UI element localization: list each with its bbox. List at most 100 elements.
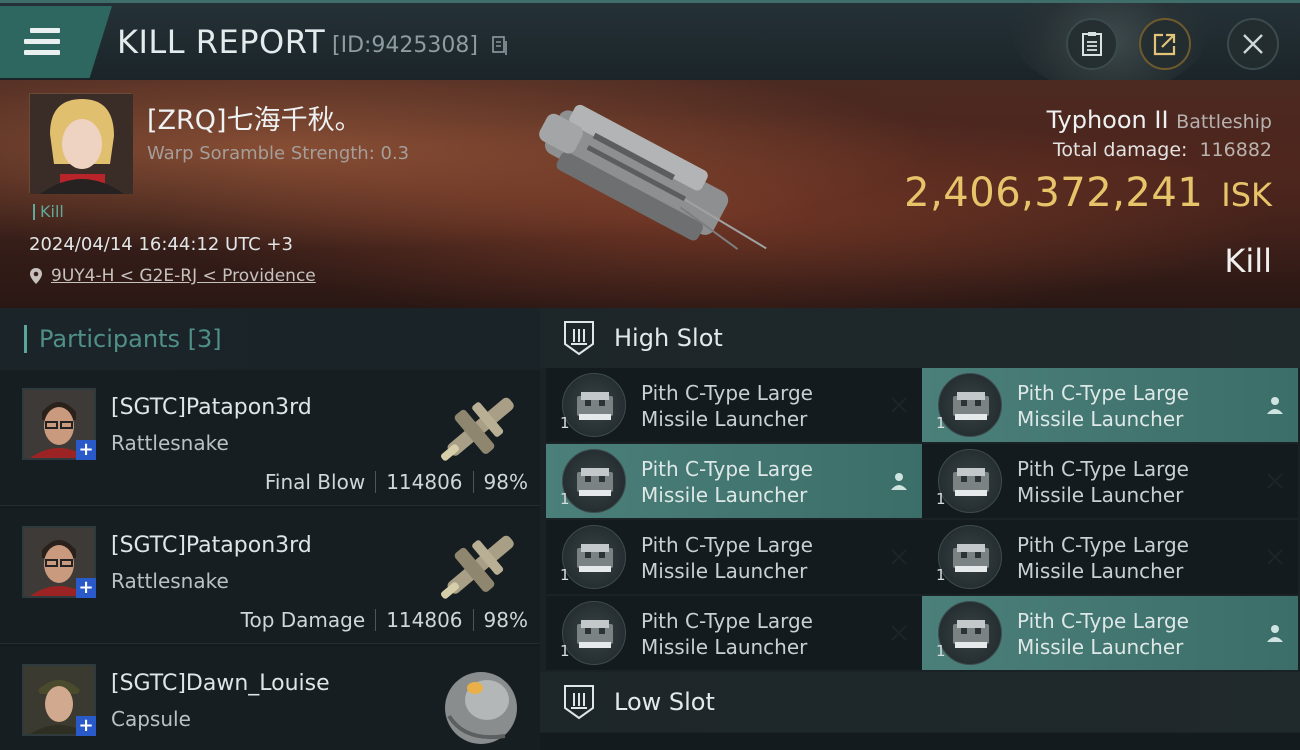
low-slot-modules-peek — [540, 733, 1300, 750]
ship-class: Battleship — [1176, 111, 1272, 133]
module-item[interactable]: 1 Pith C-Type Large Missile Launcher — [922, 596, 1298, 670]
add-contact-icon[interactable]: + — [76, 716, 96, 736]
module-name: Pith C-Type Large Missile Launcher — [641, 609, 813, 659]
victim-ship: Typhoon II Battleship — [1047, 106, 1272, 134]
module-name: Pith C-Type Large Missile Launcher — [1017, 381, 1189, 431]
export-icon — [1153, 33, 1176, 56]
participant-row[interactable]: + [SGTC]Patapon3rd Rattlesnake Final Blo… — [0, 370, 540, 506]
missile-launcher-icon — [562, 525, 626, 589]
location-pin-icon — [30, 268, 42, 284]
clipboard-button[interactable] — [1066, 18, 1118, 70]
participant-stats: Top Damage 114806 98% — [241, 608, 528, 632]
participant-role: Top Damage — [240, 608, 366, 632]
module-item[interactable]: 1 Pith C-Type Large Missile Launcher — [546, 444, 922, 518]
destroyed-x-icon — [1264, 470, 1286, 492]
add-contact-icon[interactable]: + — [76, 578, 96, 598]
participant-ship: Rattlesnake — [111, 569, 229, 593]
dropped-person-icon — [1264, 622, 1286, 644]
module-name: Pith C-Type Large Missile Launcher — [641, 457, 813, 507]
victim-avatar-art — [30, 94, 133, 194]
victim-portrait[interactable] — [29, 93, 133, 194]
fitting-panel: High Slot 1 Pith C-Type Large Missile Lau… — [540, 308, 1300, 750]
participant-percent: 98% — [483, 608, 528, 632]
divider — [375, 609, 377, 631]
module-quantity: 1 — [936, 490, 946, 508]
low-slot-header: Low Slot — [540, 672, 1300, 732]
close-button[interactable] — [1227, 18, 1279, 70]
module-name: Pith C-Type Large Missile Launcher — [641, 381, 813, 431]
rattlesnake-ship-icon — [440, 535, 514, 599]
participant-ship: Rattlesnake — [111, 431, 229, 455]
participant-ship: Capsule — [111, 707, 191, 731]
capsule-ship-icon — [445, 672, 517, 744]
warp-scramble-strength: Warp Soramble Strength: 0.3 — [147, 143, 410, 164]
divider — [472, 471, 474, 493]
module-item[interactable]: 1 Pith C-Type Large Missile Launcher — [546, 520, 922, 594]
participant-stats: Final Blow 114806 98% — [265, 470, 528, 494]
dropped-person-icon — [1264, 394, 1286, 416]
total-damage: Total damage: 116882 — [1053, 139, 1272, 161]
total-damage-label: Total damage: — [1053, 139, 1188, 161]
destroyed-x-icon — [888, 394, 910, 416]
participant-row[interactable]: + [SGTC]Dawn_Louise Capsule — [0, 646, 540, 750]
export-button[interactable] — [1139, 18, 1191, 70]
module-item[interactable]: 1 Pith C-Type Large Missile Launcher — [922, 368, 1298, 442]
module-quantity: 1 — [560, 414, 570, 432]
high-slot-icon — [564, 321, 594, 356]
location-link[interactable]: 9UY4-H < G2E-RJ < Providence — [51, 266, 316, 286]
low-slot-label: Low Slot — [614, 688, 715, 716]
total-damage-value: 116882 — [1199, 139, 1272, 161]
report-id: [ID:9425308] — [332, 33, 478, 58]
participant-name: [SGTC]Patapon3rd — [111, 395, 312, 420]
missile-launcher-icon — [938, 373, 1002, 437]
missile-launcher-icon — [938, 601, 1002, 665]
clipboard-icon — [1082, 32, 1102, 56]
kill-tag: Kill — [33, 204, 64, 220]
missile-launcher-icon — [938, 525, 1002, 589]
missile-launcher-icon — [562, 373, 626, 437]
avatar[interactable]: + — [22, 664, 96, 736]
missile-launcher-icon — [562, 601, 626, 665]
module-name: Pith C-Type Large Missile Launcher — [1017, 457, 1189, 507]
copy-icon[interactable] — [492, 36, 508, 56]
participants-header: Participants [3] — [0, 308, 540, 370]
high-slot-header: High Slot — [540, 308, 1300, 368]
participant-name: [SGTC]Dawn_Louise — [111, 671, 330, 696]
menu-button[interactable] — [0, 6, 112, 78]
avatar[interactable]: + — [22, 388, 96, 460]
ship-name: Typhoon II — [1046, 106, 1169, 134]
ship-image — [539, 104, 767, 250]
isk-amount: 2,406,372,241 — [904, 170, 1204, 216]
add-contact-icon[interactable]: + — [76, 440, 96, 460]
module-quantity: 1 — [936, 642, 946, 660]
accent-bar — [24, 325, 27, 353]
participants-label: Participants [3] — [39, 325, 222, 353]
result-label: Kill — [1224, 242, 1272, 280]
participant-row[interactable]: + [SGTC]Patapon3rd Rattlesnake Top Damag… — [0, 508, 540, 644]
victim-name: [ZRQ]七海千秋。 — [147, 105, 362, 136]
module-name: Pith C-Type Large Missile Launcher — [1017, 609, 1189, 659]
destroyed-x-icon — [888, 546, 910, 568]
isk-value: 2,406,372,241 ISK — [904, 170, 1272, 216]
missile-launcher-icon — [562, 449, 626, 513]
kill-timestamp: 2024/04/14 16:44:12 UTC +3 — [29, 234, 293, 255]
kill-location[interactable]: 9UY4-H < G2E-RJ < Providence — [29, 266, 316, 286]
participants-panel: Participants [3] + [SGTC]Patapon3rd Ratt… — [0, 308, 540, 750]
participant-damage: 114806 — [386, 608, 463, 632]
top-bar: KILL REPORT [ID:9425308] — [0, 0, 1300, 80]
module-quantity: 1 — [560, 566, 570, 584]
module-item[interactable]: 1 Pith C-Type Large Missile Launcher — [546, 368, 922, 442]
module-quantity: 1 — [936, 566, 946, 584]
avatar[interactable]: + — [22, 526, 96, 598]
destroyed-x-icon — [888, 622, 910, 644]
module-quantity: 1 — [560, 490, 570, 508]
isk-unit: ISK — [1221, 176, 1272, 214]
module-item[interactable]: 1 Pith C-Type Large Missile Launcher — [546, 596, 922, 670]
victim-banner: [ZRQ]七海千秋。 Warp Soramble Strength: 0.3 K… — [0, 80, 1300, 308]
participant-damage: 114806 — [386, 470, 463, 494]
module-item[interactable]: 1 Pith C-Type Large Missile Launcher — [922, 444, 1298, 518]
page-title: KILL REPORT — [117, 23, 326, 61]
missile-launcher-icon — [938, 449, 1002, 513]
module-item[interactable]: 1 Pith C-Type Large Missile Launcher — [922, 520, 1298, 594]
rattlesnake-ship-icon — [440, 397, 514, 461]
